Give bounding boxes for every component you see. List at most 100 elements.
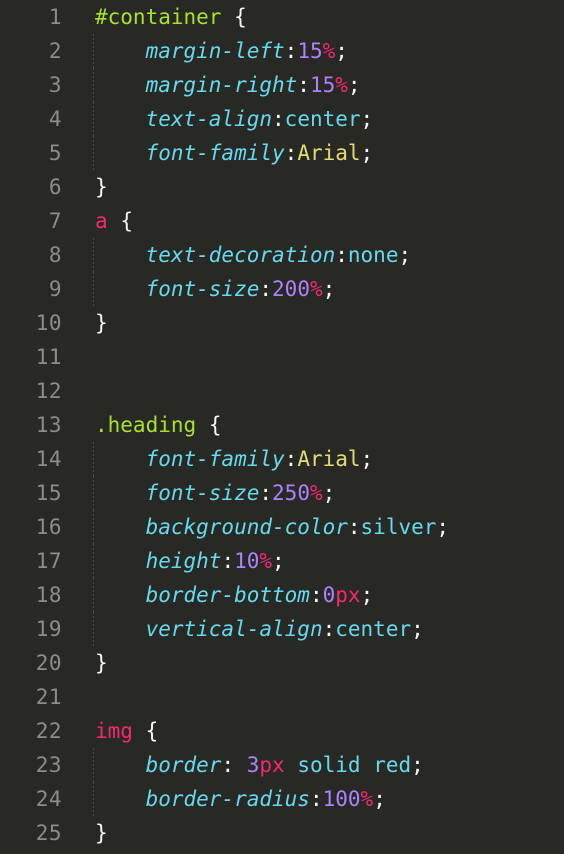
code-line[interactable]: 16 background-color:silver; [0,510,564,544]
code-token: 3 [246,753,260,777]
code-token: : [221,549,235,573]
code-token: ; [322,481,336,505]
code-token: : [221,753,247,777]
line-number: 1 [48,5,62,29]
line-content: a { [95,204,133,238]
code-token: : [284,447,298,471]
code-token: % [309,277,323,301]
code-line[interactable]: 8 text-decoration:none; [0,238,564,272]
line-content: } [95,306,108,340]
code-line[interactable]: 24 border-radius:100%; [0,782,564,816]
code-line[interactable]: 22 img { [0,714,564,748]
code-token: : [297,73,310,97]
line-content: text-align:center; [95,102,374,136]
line-number: 4 [48,107,62,131]
code-token: 200 [272,277,310,301]
code-line[interactable]: 12 [0,374,564,408]
code-line[interactable]: 17 height:10%; [0,544,564,578]
code-line[interactable]: 3 margin-right:15%; [0,68,564,102]
line-number: 25 [35,821,62,845]
line-number: 12 [35,379,62,403]
line-number: 24 [35,787,62,811]
line-number: 21 [35,685,62,709]
code-token: text-decoration [145,243,336,267]
code-line[interactable]: 23 border: 3px solid red; [0,748,564,782]
code-token: px [259,753,285,777]
code-line[interactable]: 9 font-size:200%; [0,272,564,306]
line-number: 5 [48,141,62,165]
code-line[interactable]: 1 #container { [0,0,564,34]
code-token: center [284,107,361,131]
line-content: border-bottom:0px; [95,578,374,612]
code-token: 15 [309,73,336,97]
code-line[interactable]: 6} [0,170,564,204]
code-token: ; [272,549,285,573]
code-token: ; [360,447,374,471]
code-token: % [360,787,374,811]
line-content: border: 3px solid red; [95,748,424,782]
line-content: img { [95,714,158,748]
line-number: 9 [48,277,62,301]
line-content: #container { [95,0,247,34]
code-token: center [335,617,412,641]
code-line[interactable]: 2 margin-left:15%; [0,34,564,68]
code-token: 15 [297,39,323,63]
code-token: Arial [297,141,361,165]
code-line[interactable]: 4 text-align:center; [0,102,564,136]
code-token: a [95,209,108,233]
code-token: ; [335,39,348,63]
code-token: { [120,209,133,233]
code-token: : [322,617,336,641]
code-token: px [335,583,361,607]
code-line[interactable]: 7 a { [0,204,564,238]
code-line[interactable]: 14 font-family:Arial; [0,442,564,476]
code-line[interactable]: 18 border-bottom:0px; [0,578,564,612]
code-token: { [145,719,159,743]
code-line[interactable]: 13 .heading { [0,408,564,442]
line-content: background-color:silver; [95,510,449,544]
code-token: ; [347,73,361,97]
code-line[interactable]: 19 vertical-align:center; [0,612,564,646]
code-token: 0 [322,583,336,607]
line-number: 20 [35,651,62,675]
code-area[interactable]: 1 #container {2 margin-left:15%; 3 margin-… [0,0,564,850]
code-token: height [145,549,222,573]
code-line[interactable]: 11 [0,340,564,374]
code-editor[interactable]: 1 #container {2 margin-left:15%; 3 margin-… [0,0,564,854]
code-token: background-color [145,515,348,539]
code-token: font-family [145,141,285,165]
code-line[interactable]: 20} [0,646,564,680]
code-token: .heading [95,413,197,437]
code-token: img [95,719,133,743]
code-line[interactable]: 10} [0,306,564,340]
code-token: } [95,311,108,335]
code-token: : [259,481,273,505]
line-content: margin-left:15%; [95,34,348,68]
code-token: ; [411,753,424,777]
line-number: 22 [35,719,62,743]
line-content: height:10%; [95,544,285,578]
line-number: 15 [35,481,62,505]
code-token: 100 [322,787,361,811]
line-content: font-size:250%; [95,476,336,510]
line-number: 11 [35,345,62,369]
code-token: : [284,39,298,63]
code-token: ; [360,141,374,165]
code-token: % [335,73,348,97]
line-content: } [95,646,108,680]
code-line[interactable]: 15 font-size:250%; [0,476,564,510]
code-line[interactable]: 21 [0,680,564,714]
code-line[interactable]: 25} [0,816,564,850]
code-token: ; [373,787,386,811]
line-number: 2 [48,39,62,63]
code-line[interactable]: 5 font-family:Arial; [0,136,564,170]
code-token: } [95,821,108,845]
